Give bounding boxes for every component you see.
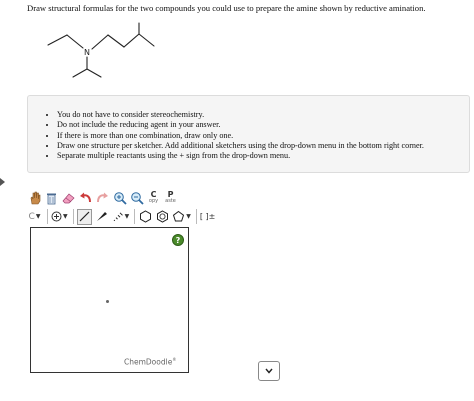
instruction-item: If there is more than one combination, d… bbox=[57, 131, 469, 141]
paste-button[interactable]: P aste bbox=[163, 190, 178, 206]
copy-button[interactable]: C opy bbox=[146, 190, 161, 206]
bracket-label: [ ]± bbox=[199, 212, 216, 221]
single-bond-icon bbox=[79, 211, 90, 222]
toolbar-divider bbox=[134, 209, 136, 224]
hash-bond-icon bbox=[113, 212, 123, 222]
zoom-out-icon bbox=[130, 191, 144, 205]
toolbar-divider bbox=[195, 209, 197, 224]
ring-pentagon-button[interactable]: ▼ bbox=[172, 209, 191, 225]
paste-label-bottom: aste bbox=[165, 197, 176, 204]
chevron-down-icon: ▼ bbox=[124, 213, 130, 220]
zoom-in-icon bbox=[113, 191, 127, 205]
zoom-out-button[interactable] bbox=[129, 190, 144, 206]
ring-benzene-button[interactable] bbox=[155, 209, 170, 225]
plus-circle-icon bbox=[51, 211, 62, 222]
hand-icon bbox=[30, 191, 40, 204]
instruction-item: Separate multiple reactants using the + … bbox=[57, 151, 469, 161]
paste-label-top: P bbox=[167, 189, 174, 199]
benzene-icon bbox=[157, 210, 169, 223]
instruction-item: Draw one structure per sketcher. Add add… bbox=[57, 141, 469, 151]
atom-label-text: C bbox=[28, 211, 35, 222]
sketch-canvas[interactable]: ? ChemDoodle® bbox=[30, 227, 189, 373]
toolbar-divider bbox=[47, 209, 48, 224]
ring-hexagon-button[interactable] bbox=[138, 209, 153, 225]
bracket-button[interactable]: [ ]± bbox=[200, 209, 216, 225]
chevron-down-icon bbox=[265, 368, 273, 374]
instruction-item: Do not include the reducing agent in you… bbox=[57, 120, 469, 130]
question-text: Draw structural formulas for the two com… bbox=[27, 3, 426, 13]
sketcher-toolbar-top: C opy P aste bbox=[27, 188, 180, 207]
chevron-down-icon: ▼ bbox=[35, 213, 41, 220]
brand-text: ChemDoodle bbox=[124, 357, 173, 366]
zoom-in-button[interactable] bbox=[112, 190, 127, 206]
pentagon-icon bbox=[173, 210, 185, 222]
eraser-button[interactable] bbox=[61, 190, 76, 206]
chemdoodle-sketcher: C opy P aste C ▼ ▼ ▼ ▼ []± ? ChemDoodle… bbox=[27, 186, 292, 394]
hand-tool-button[interactable] bbox=[27, 190, 42, 206]
instruction-item: You do not have to consider stereochemis… bbox=[57, 110, 469, 120]
hexagon-icon bbox=[140, 210, 152, 223]
collapse-arrow-icon[interactable] bbox=[0, 178, 5, 186]
eraser-icon bbox=[62, 193, 75, 203]
toolbar-divider bbox=[72, 209, 74, 224]
instructions-box: You do not have to consider stereochemis… bbox=[27, 95, 470, 173]
chevron-down-icon: ▼ bbox=[186, 213, 191, 220]
copy-label-top: C bbox=[150, 189, 157, 199]
single-bond-button[interactable] bbox=[76, 208, 92, 225]
copy-label-bottom: opy bbox=[148, 197, 159, 204]
redo-button[interactable] bbox=[95, 190, 110, 206]
hash-bond-button[interactable]: ▼ bbox=[111, 209, 130, 225]
clear-button[interactable] bbox=[44, 190, 59, 206]
wedge-bond-icon bbox=[96, 212, 107, 221]
atom-label-select[interactable]: C ▼ bbox=[27, 209, 42, 225]
chemdoodle-logo: ChemDoodle® bbox=[124, 357, 176, 367]
trash-icon bbox=[47, 193, 56, 204]
amine-structure: N bbox=[47, 22, 155, 78]
charge-select[interactable]: ▼ bbox=[51, 209, 68, 225]
help-icon[interactable]: ? bbox=[172, 234, 184, 246]
chevron-down-icon: ▼ bbox=[63, 213, 68, 220]
redo-icon bbox=[97, 192, 108, 202]
canvas-center-dot bbox=[106, 300, 109, 303]
brand-registered-mark: ® bbox=[172, 356, 177, 362]
undo-button[interactable] bbox=[78, 190, 93, 206]
sketcher-toolbar-bottom: C ▼ ▼ ▼ ▼ [ ]± bbox=[27, 207, 217, 226]
nitrogen-atom: N bbox=[84, 48, 90, 57]
add-sketcher-select[interactable] bbox=[258, 361, 280, 381]
wedge-bond-button[interactable] bbox=[94, 209, 109, 225]
undo-icon bbox=[80, 192, 91, 202]
